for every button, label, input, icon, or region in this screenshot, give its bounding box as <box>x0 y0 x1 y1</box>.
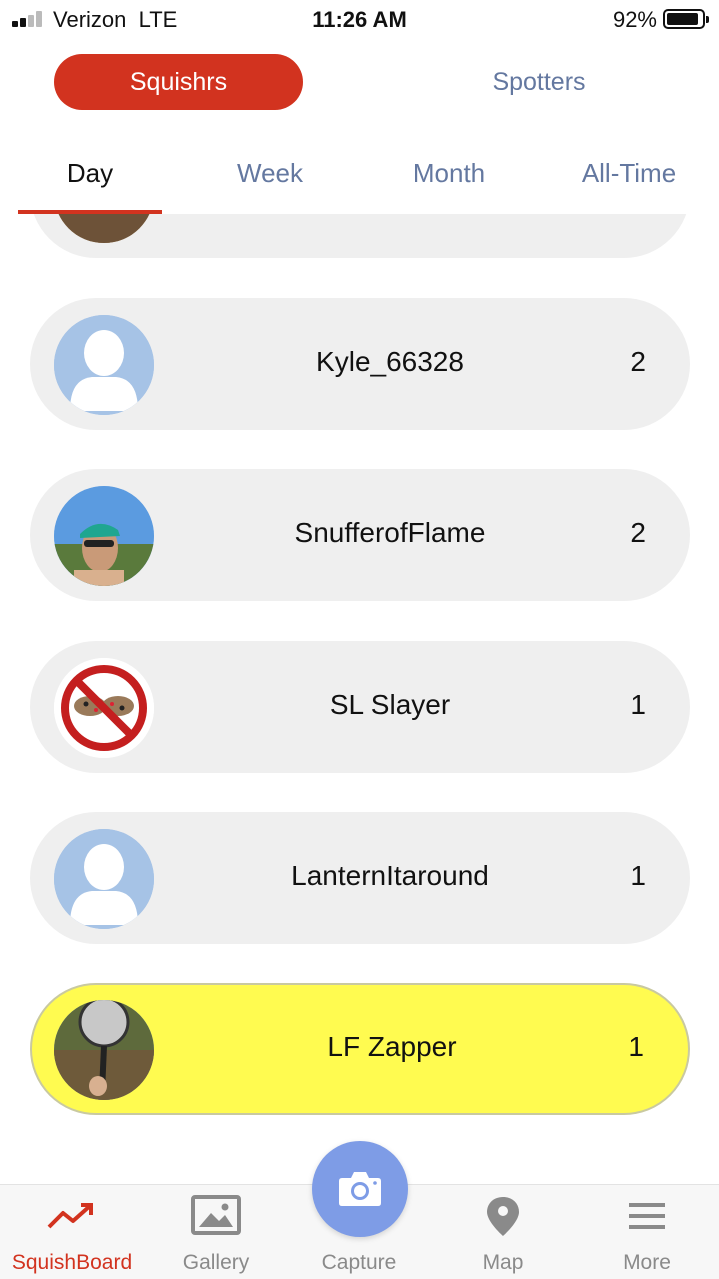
list-item-partial[interactable] <box>30 214 690 258</box>
tab-month[interactable]: Month <box>359 158 539 189</box>
nav-label: More <box>623 1251 671 1274</box>
default-user-avatar <box>54 315 154 415</box>
battery-percentage: 92% <box>612 7 657 32</box>
nav-more[interactable]: More <box>575 1185 719 1279</box>
nav-label: Capture <box>321 1251 397 1274</box>
avatar <box>54 214 154 243</box>
user-name: SnufferofFlame <box>294 517 486 548</box>
status-bar: Verizon LTE 11:26 AM 92% <box>0 0 719 40</box>
photo-avatar <box>54 1000 154 1100</box>
squish-count: 1 <box>630 689 646 720</box>
nav-gallery[interactable]: Gallery <box>144 1185 288 1279</box>
image-icon <box>191 1195 241 1235</box>
user-name: SL Slayer <box>329 689 451 720</box>
default-user-avatar <box>54 829 154 929</box>
photo-avatar <box>54 486 154 586</box>
tab-all-time[interactable]: All-Time <box>539 158 719 189</box>
battery-icon <box>663 9 709 29</box>
squish-count: 2 <box>630 346 646 377</box>
period-tabs: Day Week Month All-Time <box>0 140 719 214</box>
user-name: LF Zapper <box>327 1031 457 1062</box>
nav-label: Map <box>482 1251 524 1274</box>
list-item[interactable]: SnufferofFlame 2 <box>30 469 690 601</box>
no-lanternfly-icon <box>54 658 154 758</box>
menu-icon <box>629 1203 665 1229</box>
capture-button[interactable] <box>312 1141 408 1237</box>
list-item[interactable]: SL Slayer 1 <box>30 641 690 773</box>
trending-up-icon <box>47 1203 93 1229</box>
segment-squishrs[interactable]: Squishrs <box>54 54 303 110</box>
squish-count: 2 <box>630 517 646 548</box>
nav-label: SquishBoard <box>11 1251 133 1274</box>
leaderboard-list[interactable]: Kyle_66328 2 SnufferofFlame 2 SL Slayer … <box>0 214 719 1184</box>
nav-squishboard[interactable]: SquishBoard <box>0 1185 144 1279</box>
list-item[interactable]: Kyle_66328 2 <box>30 298 690 430</box>
tab-day[interactable]: Day <box>0 158 180 189</box>
tab-week[interactable]: Week <box>180 158 360 189</box>
nav-map[interactable]: Map <box>431 1185 575 1279</box>
clock: 11:26 AM <box>312 7 407 32</box>
list-item[interactable]: LanternItaround 1 <box>30 812 690 944</box>
nav-label: Gallery <box>182 1251 250 1274</box>
map-pin-icon <box>487 1197 519 1236</box>
squish-count: 1 <box>628 1031 644 1062</box>
segment-spotters[interactable]: Spotters <box>430 54 648 110</box>
camera-icon <box>339 1172 381 1206</box>
user-name: Kyle_66328 <box>316 346 464 377</box>
squish-count: 1 <box>630 860 646 891</box>
user-name: LanternItaround <box>291 860 489 891</box>
list-item-current-user[interactable]: LF Zapper 1 <box>30 983 690 1115</box>
